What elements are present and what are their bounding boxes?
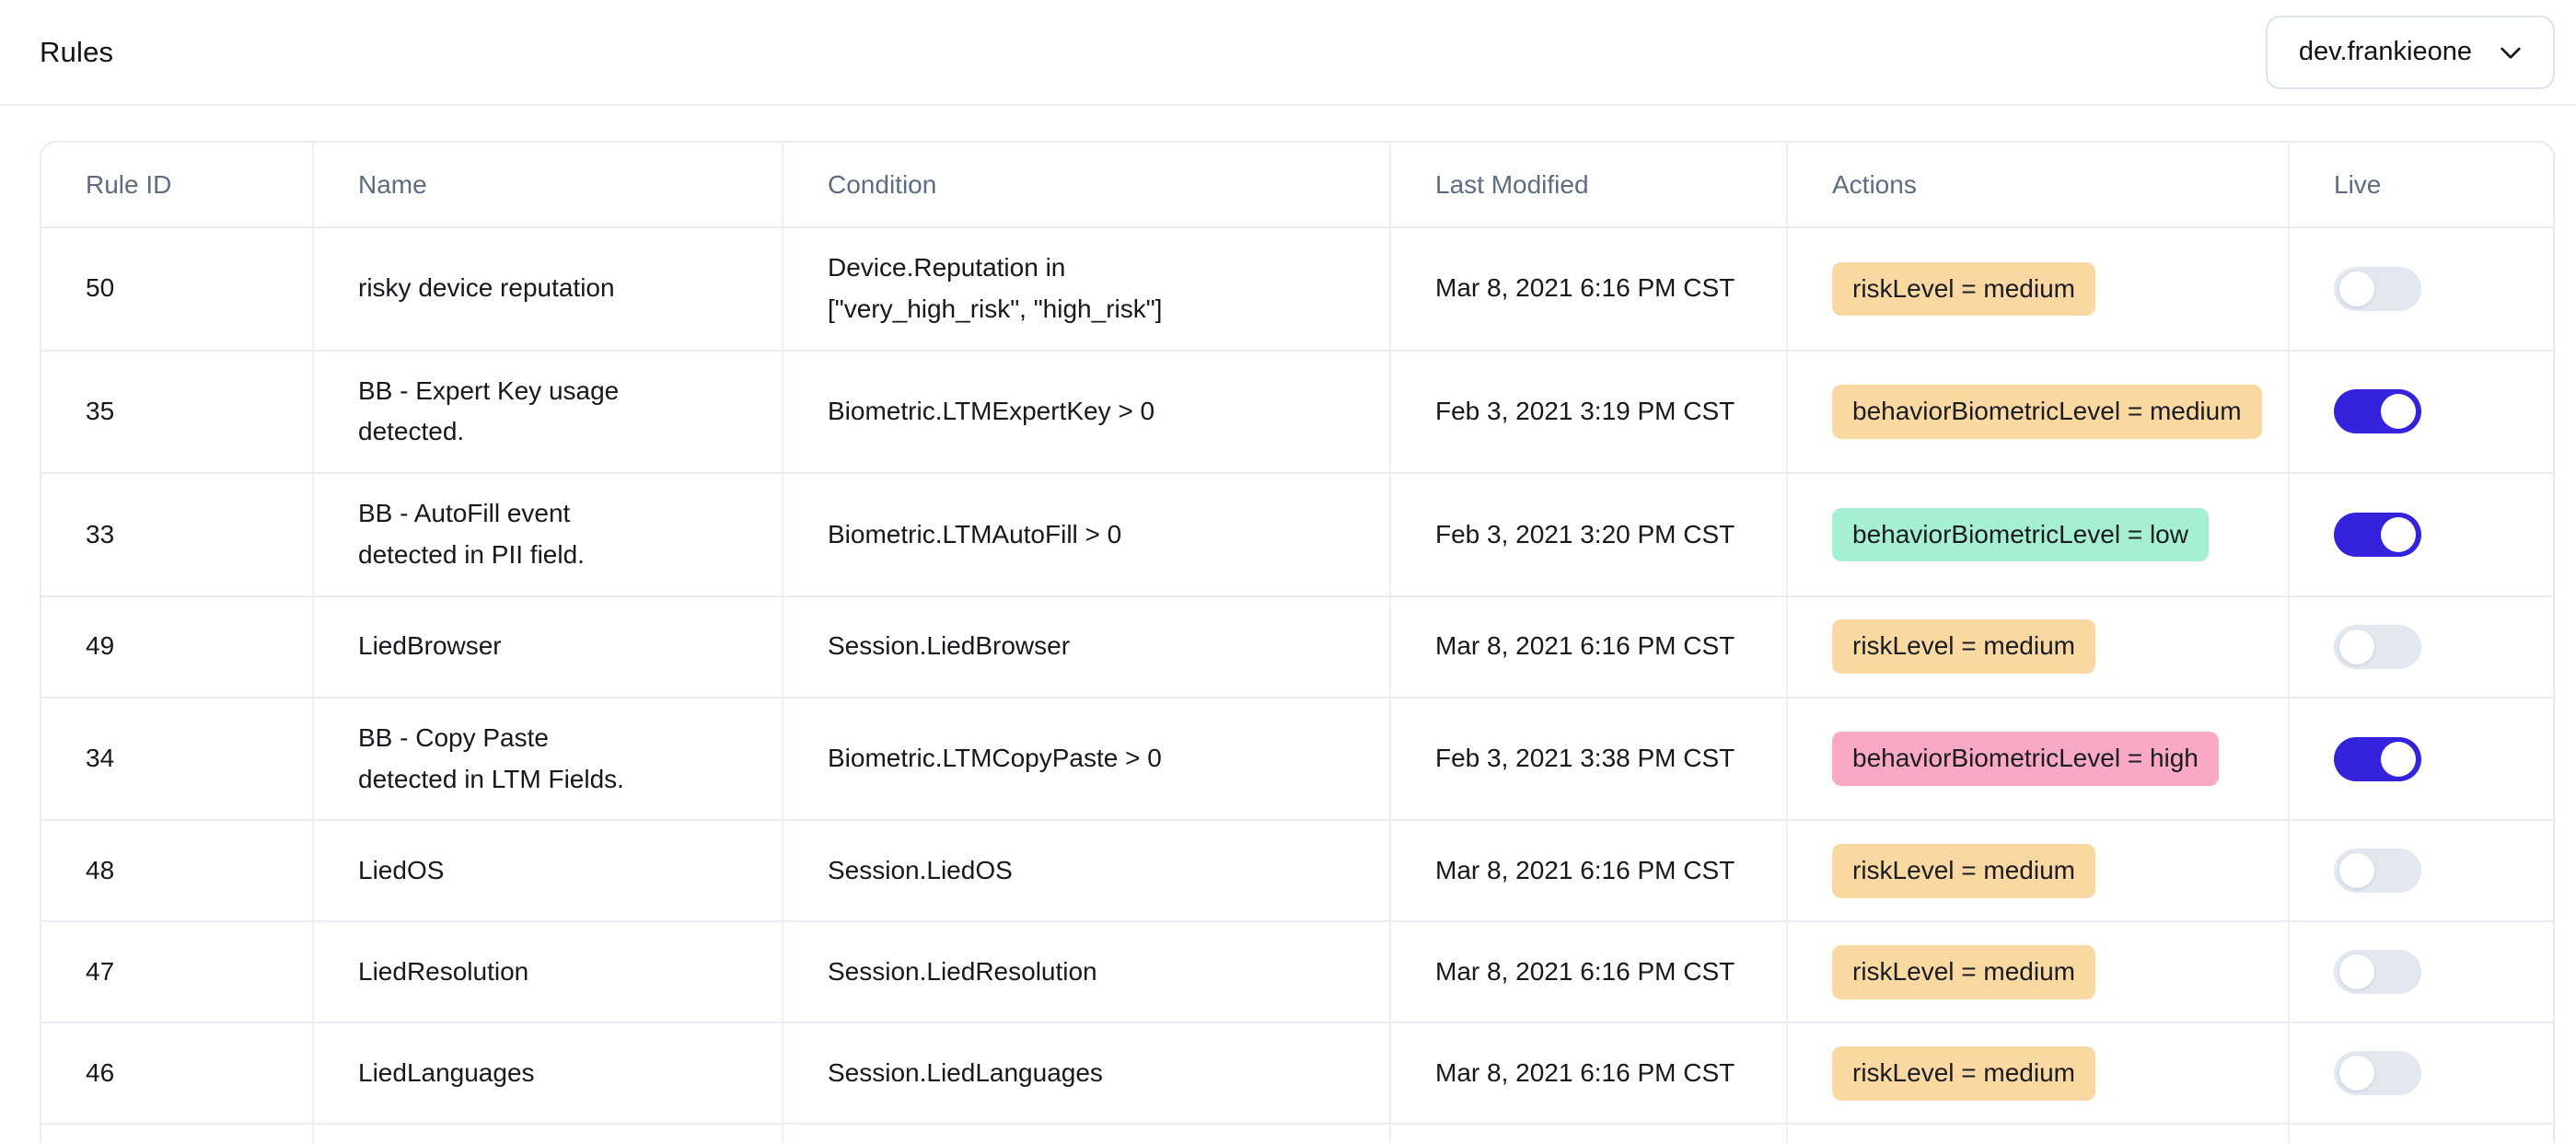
table-row: 48 LiedOS Session.LiedOS Mar 8, 2021 6:1… [41,819,2553,920]
rule-live-cell [2288,352,2553,473]
rule-condition-cell: Session.LiedLanguages [782,1023,1389,1123]
action-badge: riskLevel = medium [1832,1046,2095,1101]
toggle-knob [2339,629,2374,664]
rule-id-cell: 34 [41,698,312,820]
live-toggle-off[interactable] [2334,849,2421,893]
live-toggle-on[interactable] [2334,737,2421,781]
rule-last-modified-cell: Mar 8, 2021 6:16 PM CST [1389,922,1786,1022]
action-badge: riskLevel = medium [1832,945,2095,999]
rule-name-cell: BB - AutoFill event detected in PII fiel… [312,474,782,595]
rule-actions-cell: riskLevel = medium [1786,597,2288,697]
page-title: Rules [40,36,113,69]
rule-live-cell [2288,597,2553,697]
table-body: 50 risky device reputation Device.Reputa… [41,226,2553,1123]
live-toggle-on[interactable] [2334,513,2421,557]
toggle-knob [2381,517,2416,552]
rule-last-modified-cell: Mar 8, 2021 6:16 PM CST [1389,597,1786,697]
action-badge: behaviorBiometricLevel = high [1832,732,2219,786]
rule-live-cell [2288,228,2553,350]
rule-actions-cell: behaviorBiometricLevel = medium [1786,352,2288,473]
chevron-down-icon [2496,38,2525,67]
rule-name-cell: risky device reputation [312,228,782,350]
live-toggle-on[interactable] [2334,389,2421,433]
main-content: Rule IDNameConditionLast ModifiedActions… [0,141,2576,1143]
column-header-actions: Actions [1786,143,2288,226]
live-toggle-off[interactable] [2334,1051,2421,1095]
table-row: 49 LiedBrowser Session.LiedBrowser Mar 8… [41,595,2553,697]
rule-last-modified-cell: Feb 3, 2021 3:38 PM CST [1389,698,1786,820]
rule-live-cell [2288,1023,2553,1123]
rule-last-modified-cell: Mar 8, 2021 6:16 PM CST [1389,228,1786,350]
rule-condition-cell: Biometric.LTMAutoFill > 0 [782,474,1389,595]
rule-last-modified-cell: Mar 8, 2021 6:16 PM CST [1389,821,1786,920]
rule-actions-cell: riskLevel = medium [1786,922,2288,1022]
table-row: 50 risky device reputation Device.Reputa… [41,226,2553,350]
rule-condition-cell: Session.LiedOS [782,821,1389,920]
rule-last-modified-cell: Feb 3, 2021 3:20 PM CST [1389,474,1786,595]
rule-id-cell: 50 [41,228,312,350]
rule-name-cell: LiedOS [312,821,782,920]
table-row: 34 BB - Copy Paste detected in LTM Field… [41,697,2553,820]
live-toggle-off[interactable] [2334,950,2421,994]
toggle-knob [2339,1056,2374,1091]
rule-live-cell [2288,474,2553,595]
table-row-partial [41,1123,2553,1143]
rule-condition-cell: Session.LiedResolution [782,922,1389,1022]
rule-name-cell: LiedBrowser [312,597,782,697]
column-header-name: Name [312,143,782,226]
rule-id-cell: 46 [41,1023,312,1123]
rule-id-cell: 47 [41,922,312,1022]
environment-dropdown-label: dev.frankieone [2299,37,2472,67]
rule-actions-cell: behaviorBiometricLevel = high [1786,698,2288,820]
rule-actions-cell: riskLevel = medium [1786,228,2288,350]
live-toggle-off[interactable] [2334,625,2421,669]
table-row: 33 BB - AutoFill event detected in PII f… [41,472,2553,595]
toggle-knob [2381,394,2416,429]
rule-actions-cell: riskLevel = medium [1786,1023,2288,1123]
rule-live-cell [2288,821,2553,920]
rule-condition-cell: Device.Reputation in ["very_high_risk", … [782,228,1389,350]
column-header-condition: Condition [782,143,1389,226]
rule-name-cell: BB - Expert Key usage detected. [312,352,782,473]
rule-last-modified-cell: Mar 8, 2021 6:16 PM CST [1389,1023,1786,1123]
rule-condition-cell: Biometric.LTMExpertKey > 0 [782,352,1389,473]
rule-name-cell: LiedResolution [312,922,782,1022]
rule-condition-cell: Session.LiedBrowser [782,597,1389,697]
table-header-row: Rule IDNameConditionLast ModifiedActions… [41,143,2553,226]
toggle-knob [2339,853,2374,888]
toggle-knob [2339,954,2374,989]
toggle-knob [2339,271,2374,306]
rule-id-cell: 35 [41,352,312,473]
action-badge: riskLevel = medium [1832,844,2095,898]
toggle-knob [2381,742,2416,777]
action-badge: behaviorBiometricLevel = low [1832,508,2209,562]
column-header-live: Live [2288,143,2553,226]
rule-condition-cell: Biometric.LTMCopyPaste > 0 [782,698,1389,820]
rule-last-modified-cell: Feb 3, 2021 3:19 PM CST [1389,352,1786,473]
rule-id-cell: 48 [41,821,312,920]
rule-id-cell: 49 [41,597,312,697]
environment-dropdown[interactable]: dev.frankieone [2266,16,2555,89]
rules-table: Rule IDNameConditionLast ModifiedActions… [40,141,2555,1143]
rule-actions-cell: behaviorBiometricLevel = low [1786,474,2288,595]
table-row: 47 LiedResolution Session.LiedResolution… [41,920,2553,1022]
rule-id-cell: 33 [41,474,312,595]
top-bar: Rules dev.frankieone [0,0,2576,106]
rule-name-cell: BB - Copy Paste detected in LTM Fields. [312,698,782,820]
table-row: 46 LiedLanguages Session.LiedLanguages M… [41,1022,2553,1123]
column-header-rule-id: Rule ID [41,143,312,226]
rule-live-cell [2288,922,2553,1022]
column-header-last-modified: Last Modified [1389,143,1786,226]
rule-name-cell: LiedLanguages [312,1023,782,1123]
action-badge: riskLevel = medium [1832,262,2095,317]
action-badge: riskLevel = medium [1832,619,2095,674]
table-row: 35 BB - Expert Key usage detected. Biome… [41,350,2553,473]
rule-live-cell [2288,698,2553,820]
live-toggle-off[interactable] [2334,267,2421,311]
rule-actions-cell: riskLevel = medium [1786,821,2288,920]
action-badge: behaviorBiometricLevel = medium [1832,385,2262,439]
